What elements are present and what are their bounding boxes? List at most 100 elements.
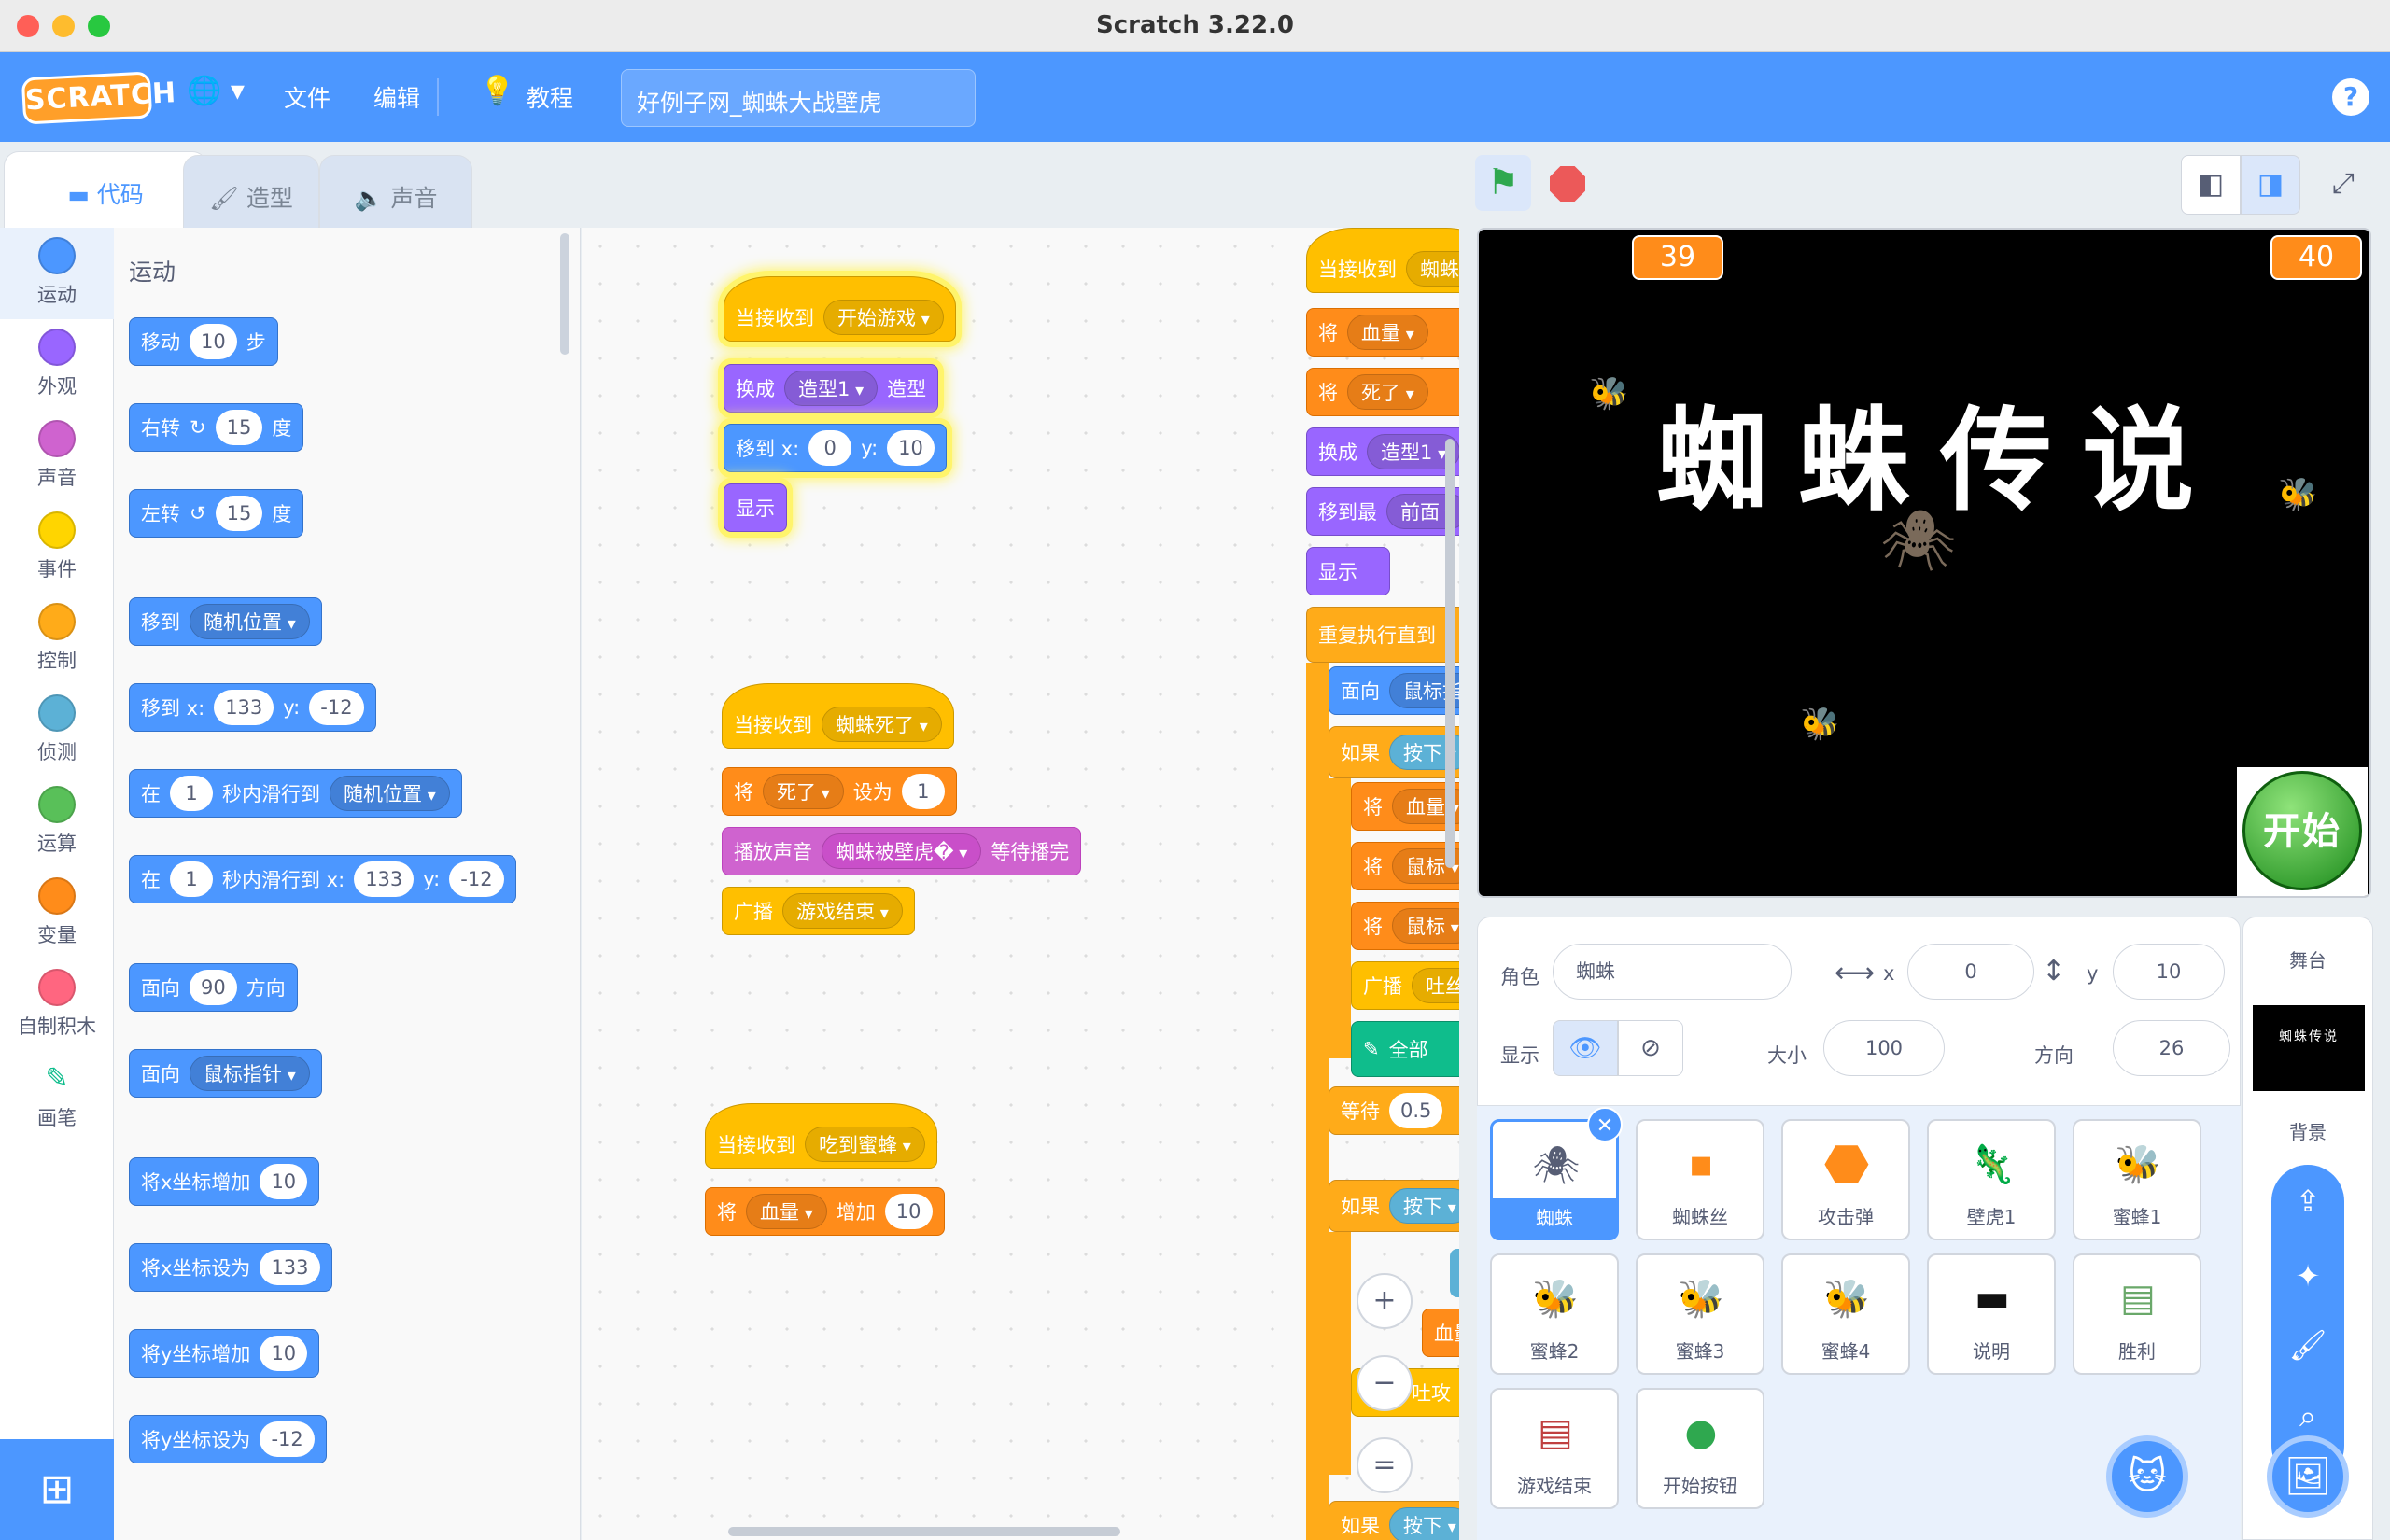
category-pen[interactable]: ✎ 画笔 xyxy=(0,1051,114,1142)
sprite-tile[interactable]: 🐝 蜜蜂1 xyxy=(2073,1119,2201,1240)
block-inner-set-3[interactable]: 将鼠标 xyxy=(1351,902,1459,950)
block-point-towards-mouse[interactable]: 面向 鼠标指 xyxy=(1329,666,1459,715)
block-broadcast-silk[interactable]: 广播 吐丝 xyxy=(1351,961,1459,1010)
block-inner-set-2[interactable]: 将鼠标 xyxy=(1351,842,1459,890)
help-icon[interactable]: ? xyxy=(2332,78,2369,116)
category-operators[interactable]: 运算 xyxy=(0,777,114,868)
block-sensing-key[interactable]: 按 xyxy=(1450,1249,1459,1297)
block-turn-left[interactable]: 左转 ↺ 15 度 xyxy=(129,489,304,538)
category-control[interactable]: 控制 xyxy=(0,594,114,685)
block-switch-costume[interactable]: 换成造型1造型 xyxy=(724,364,939,413)
category-looks[interactable]: 外观 xyxy=(0,319,114,411)
block-if-1[interactable]: 如果 按下 xyxy=(1329,726,1459,778)
tab-costumes[interactable]: 🖌 造型 xyxy=(183,155,319,230)
tab-code[interactable]: ▬ 代码 xyxy=(4,151,207,233)
block-point-towards[interactable]: 面向 鼠标指针 xyxy=(129,1049,322,1098)
category-motion[interactable]: 运动 xyxy=(0,228,114,319)
sprite-tile[interactable]: ▪ 蜘蛛丝 xyxy=(1636,1119,1764,1240)
stage-canvas[interactable]: 39 40 🐝 🐝 🐝 蜘蛛传说 🕷 开始 xyxy=(1477,228,2371,898)
block-goto[interactable]: 移到 随机位置 xyxy=(129,597,322,646)
block-broadcast-game-over[interactable]: 广播 游戏结束 xyxy=(722,887,915,935)
block-move-steps[interactable]: 移动 10 步 xyxy=(129,317,278,366)
block-pen-clear[interactable]: ✎ 全部 xyxy=(1351,1021,1459,1077)
sprite-tile[interactable]: 🦎 壁虎1 xyxy=(1927,1119,2056,1240)
choose-backdrop-icon[interactable]: 🖼 xyxy=(2267,1435,2349,1518)
hat-when-receive-start[interactable]: 当接收到 开始游戏 xyxy=(724,276,956,342)
block-change-health[interactable]: 将血量增加10 xyxy=(705,1187,945,1236)
hat-when-receive-spider[interactable]: 当接收到 蜘蛛 xyxy=(1306,228,1459,293)
lightbulb-icon[interactable]: 💡 xyxy=(480,75,514,107)
palette-scrollbar[interactable] xyxy=(560,233,569,355)
project-title-input[interactable]: 好例子网_蜘蛛大战壁虎 xyxy=(621,69,976,127)
file-menu[interactable]: 文件 xyxy=(284,80,330,114)
block-play-sound[interactable]: 播放声音蜘蛛被壁虎�等待播完 xyxy=(722,827,1082,875)
category-events[interactable]: 事件 xyxy=(0,502,114,594)
scratch-logo[interactable]: SCRATCH xyxy=(21,71,177,125)
sprite-tile[interactable]: ▬ 说明 xyxy=(1927,1253,2056,1375)
start-button-sprite[interactable]: 开始 xyxy=(2237,767,2368,896)
edit-menu[interactable]: 编辑 xyxy=(373,80,420,114)
block-health-reporter[interactable]: 血量 xyxy=(1422,1309,1459,1357)
upload-icon[interactable]: ⇪ xyxy=(2271,1183,2344,1219)
category-my-blocks[interactable]: 自制积木 xyxy=(0,959,114,1051)
sprite-tile[interactable]: 🐝 蜜蜂2 xyxy=(1490,1253,1619,1375)
sprite-tile[interactable]: ▤ 胜利 xyxy=(2073,1253,2201,1375)
sprite-name-input[interactable]: 蜘蛛 xyxy=(1553,944,1792,1000)
choose-sprite-cat-icon[interactable]: 🐱 xyxy=(2106,1435,2188,1518)
block-change-y[interactable]: 将y坐标增加 10 xyxy=(129,1329,320,1378)
block-goto-xy-script[interactable]: 移到 x: 0 y: 10 xyxy=(724,424,947,472)
direction-input[interactable]: 26 xyxy=(2113,1020,2230,1076)
tab-sounds[interactable]: 🔈 声音 xyxy=(319,155,472,230)
y-position-input[interactable]: 10 xyxy=(2113,944,2225,1000)
size-input[interactable]: 100 xyxy=(1823,1020,1945,1076)
sprite-tile[interactable]: ● 开始按钮 xyxy=(1636,1388,1764,1509)
block-wait[interactable]: 等待 0.5 xyxy=(1329,1086,1459,1135)
sprite-tile[interactable]: 🐝 蜜蜂3 xyxy=(1636,1253,1764,1375)
block-switch-costume-2[interactable]: 换成 造型1 xyxy=(1306,427,1459,476)
add-extension-button[interactable]: ⊞ xyxy=(0,1439,114,1540)
sprite-tile[interactable]: 🐝 蜜蜂4 xyxy=(1781,1253,1910,1375)
sprite-tile[interactable]: ⬣ 攻击弹 xyxy=(1781,1119,1910,1240)
block-turn-right[interactable]: 右转 ↻ 15 度 xyxy=(129,403,304,452)
block-show-2[interactable]: 显示 xyxy=(1306,547,1390,595)
category-sensing[interactable]: 侦测 xyxy=(0,685,114,777)
stage-thumbnail[interactable]: 蜘蛛传说 xyxy=(2253,1005,2365,1091)
hat-when-receive-spider-dead[interactable]: 当接收到 蜘蛛死了 xyxy=(722,683,954,749)
hat-when-receive-eat-bee[interactable]: 当接收到 吃到蜜蜂 xyxy=(705,1103,937,1169)
block-show[interactable]: 显示 xyxy=(724,483,787,532)
fullscreen-icon[interactable]: ⤢ xyxy=(2313,155,2373,215)
sprite-tile[interactable]: ▤ 游戏结束 xyxy=(1490,1388,1619,1509)
green-flag-icon[interactable]: ⚑ xyxy=(1475,155,1531,211)
block-point-direction[interactable]: 面向 90 方向 xyxy=(129,963,298,1012)
block-goto-xy[interactable]: 移到 x: 133 y: -12 xyxy=(129,683,376,732)
category-variables[interactable]: 变量 xyxy=(0,868,114,959)
workspace-vertical-scrollbar[interactable] xyxy=(1445,439,1455,868)
block-glide[interactable]: 在 1 秒内滑行到 随机位置 xyxy=(129,769,462,818)
block-set-dead[interactable]: 将死了 xyxy=(1306,368,1459,416)
small-stage-icon[interactable]: ◧ xyxy=(2181,155,2241,215)
block-set-y[interactable]: 将y坐标设为 -12 xyxy=(129,1415,327,1463)
normal-stage-icon[interactable]: ◨ xyxy=(2241,155,2300,215)
delete-sprite-icon[interactable]: ✕ xyxy=(1587,1107,1623,1142)
tutorials-menu[interactable]: 教程 xyxy=(527,80,573,114)
x-position-input[interactable]: 0 xyxy=(1907,944,2034,1000)
block-set-x[interactable]: 将x坐标设为 133 xyxy=(129,1243,332,1292)
block-if-3[interactable]: 如果 按下 xyxy=(1329,1501,1459,1540)
block-repeat-until[interactable]: 重复执行直到 xyxy=(1306,607,1459,663)
hide-eye-slash-icon[interactable]: ⊘ xyxy=(1618,1020,1683,1076)
zoom-reset-icon[interactable]: = xyxy=(1357,1437,1413,1493)
block-if-2[interactable]: 如果 按下 xyxy=(1329,1180,1459,1232)
block-inner-set-1[interactable]: 将血量 xyxy=(1351,782,1459,831)
search-icon[interactable]: ⌕ xyxy=(2271,1398,2344,1435)
language-globe-icon[interactable]: 🌐 ▾ xyxy=(187,75,245,107)
block-set-variable[interactable]: 将死了设为1 xyxy=(722,767,957,816)
paint-brush-icon[interactable]: 🖌 xyxy=(2271,1327,2344,1363)
block-set-health[interactable]: 将血量 xyxy=(1306,308,1459,357)
zoom-in-icon[interactable]: + xyxy=(1357,1273,1413,1329)
script-workspace[interactable]: 当接收到开始游戏 换成造型1造型 移到 x:0y:10 显示 当接收到蜘蛛死了 … xyxy=(582,228,1459,1540)
block-go-to-front[interactable]: 移到最 前面 xyxy=(1306,487,1459,536)
surprise-sparkle-icon[interactable]: ✦ xyxy=(2271,1258,2344,1294)
zoom-out-icon[interactable]: − xyxy=(1357,1355,1413,1411)
show-visible-eye-icon[interactable]: 👁 xyxy=(1553,1020,1618,1076)
category-sound[interactable]: 声音 xyxy=(0,411,114,502)
